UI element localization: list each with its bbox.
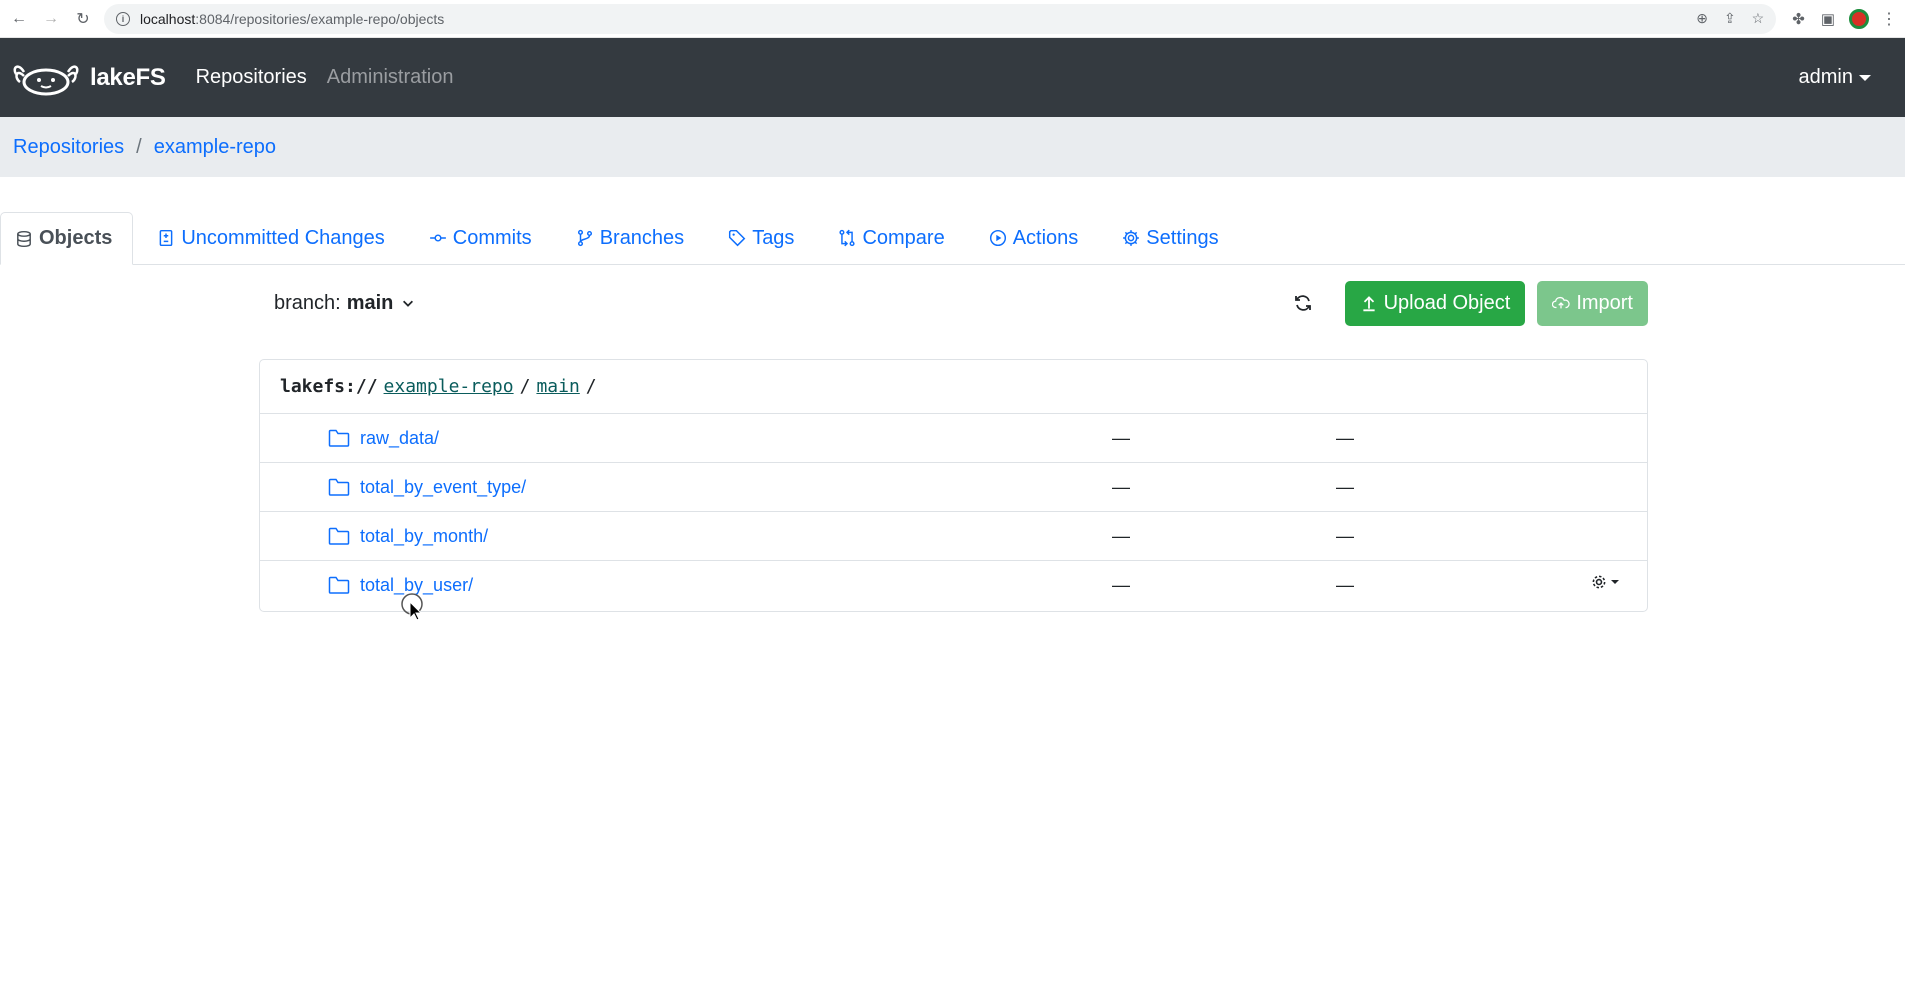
lakefs-logo[interactable]: lakeFS (12, 58, 166, 98)
folder-icon (328, 527, 350, 545)
upload-object-button[interactable]: Upload Object (1344, 280, 1526, 326)
share-icon[interactable]: ⇪ (1724, 10, 1736, 27)
repo-tabs: Objects Uncommitted Changes Commits Bran… (0, 193, 1905, 265)
top-navbar: lakeFS Repositories Administration admin (0, 38, 1905, 117)
forward-icon[interactable]: → (40, 8, 62, 30)
path-separator: / (585, 376, 597, 397)
tab-tags[interactable]: Tags (714, 212, 814, 264)
zoom-icon[interactable]: ⊕ (1696, 10, 1708, 27)
tag-icon (729, 229, 746, 247)
table-row[interactable]: total_by_user/ — — (260, 561, 1647, 610)
object-name-link[interactable]: total_by_month/ (360, 526, 488, 547)
upload-icon (1362, 296, 1375, 312)
tab-label: Uncommitted Changes (181, 226, 385, 249)
side-panel-icon[interactable]: ▣ (1821, 10, 1835, 28)
branch-name: main (346, 291, 394, 314)
tab-compare[interactable]: Compare (824, 212, 964, 264)
refresh-icon (1294, 295, 1311, 311)
path-repo-link[interactable]: example-repo (384, 376, 514, 397)
row-actions-dropdown[interactable] (1590, 573, 1619, 591)
compare-icon (839, 229, 856, 247)
tab-label: Compare (862, 226, 945, 249)
object-modified: — (1336, 575, 1354, 595)
commit-icon (429, 234, 446, 242)
url-path: :8084/repositories/example-repo/objects (195, 10, 445, 27)
object-modified: — (1336, 476, 1354, 497)
reload-icon[interactable]: ↻ (72, 8, 94, 30)
tab-label: Commits (452, 226, 532, 249)
file-diff-icon (160, 229, 173, 247)
object-size: — (1112, 575, 1130, 595)
gear-icon (1592, 575, 1606, 589)
play-icon (989, 229, 1006, 247)
axolotl-logo-icon (13, 64, 79, 95)
object-tree: lakefs:// example-repo / main / raw_data… (259, 359, 1648, 612)
tab-actions[interactable]: Actions (975, 212, 1099, 264)
caret-down-icon (1859, 74, 1871, 81)
object-modified: — (1336, 525, 1354, 546)
brand-name: lakeFS (90, 63, 166, 91)
branch-icon (577, 229, 592, 247)
folder-icon (328, 478, 350, 496)
tab-label: Settings (1146, 226, 1219, 249)
nav-repositories[interactable]: Repositories (196, 66, 307, 89)
object-path: lakefs:// example-repo / main / (260, 360, 1647, 414)
cloud-upload-icon (1552, 296, 1570, 309)
import-label: Import (1576, 291, 1633, 314)
chevron-down-icon (403, 300, 414, 307)
branch-prefix: branch: (274, 291, 341, 314)
table-row[interactable]: raw_data/ — — (260, 414, 1647, 463)
url-host: localhost (140, 10, 196, 27)
table-row[interactable]: total_by_event_type/ — — (260, 463, 1647, 512)
path-protocol: lakefs:// (280, 376, 378, 397)
folder-icon (328, 576, 350, 594)
tab-settings[interactable]: Settings (1108, 212, 1238, 264)
breadcrumb-separator: / (136, 135, 142, 158)
mouse-cursor-icon (401, 593, 423, 621)
folder-icon (328, 429, 350, 447)
table-row[interactable]: total_by_month/ — — (260, 512, 1647, 561)
profile-avatar[interactable] (1849, 8, 1869, 29)
bookmark-star-icon[interactable]: ☆ (1752, 10, 1765, 27)
object-size: — (1112, 427, 1130, 448)
objects-toolbar: branch: main Upload Object Import (260, 280, 1648, 326)
site-info-icon[interactable]: i (116, 11, 130, 26)
tab-label: Branches (599, 226, 685, 249)
user-menu[interactable]: admin (1799, 66, 1871, 89)
refresh-button[interactable] (1283, 283, 1323, 323)
object-name-link[interactable]: raw_data/ (360, 428, 439, 449)
browser-toolbar: ← → ↻ i localhost:8084/repositories/exam… (0, 0, 1905, 38)
branch-selector[interactable]: branch: main (274, 292, 415, 315)
tab-objects[interactable]: Objects (0, 212, 134, 265)
breadcrumb: Repositories / example-repo (0, 117, 1905, 177)
tab-branches[interactable]: Branches (562, 212, 705, 264)
breadcrumb-repositories[interactable]: Repositories (13, 136, 124, 159)
gear-icon (1123, 230, 1140, 246)
tab-label: Tags (752, 226, 795, 249)
upload-label: Upload Object (1383, 291, 1511, 314)
address-bar[interactable]: i localhost:8084/repositories/example-re… (104, 3, 1777, 34)
caret-down-icon (1611, 580, 1619, 584)
object-size: — (1112, 525, 1130, 546)
database-icon (17, 230, 31, 247)
user-name: admin (1798, 66, 1853, 88)
breadcrumb-repo[interactable]: example-repo (154, 136, 276, 159)
path-ref-link[interactable]: main (536, 376, 579, 397)
nav-administration[interactable]: Administration (327, 66, 454, 89)
object-name-link[interactable]: total_by_event_type/ (360, 477, 526, 498)
object-modified: — (1336, 427, 1354, 448)
tab-commits[interactable]: Commits (415, 212, 552, 264)
object-size: — (1112, 476, 1130, 497)
tab-label: Objects (39, 227, 113, 249)
extensions-icon[interactable]: ✤ (1792, 10, 1805, 28)
back-icon[interactable]: ← (8, 8, 30, 30)
path-separator: / (519, 376, 531, 397)
tab-uncommitted-changes[interactable]: Uncommitted Changes (143, 212, 404, 264)
tab-label: Actions (1012, 226, 1079, 249)
browser-menu-icon[interactable]: ⋮ (1881, 9, 1897, 29)
import-button[interactable]: Import (1537, 280, 1648, 326)
